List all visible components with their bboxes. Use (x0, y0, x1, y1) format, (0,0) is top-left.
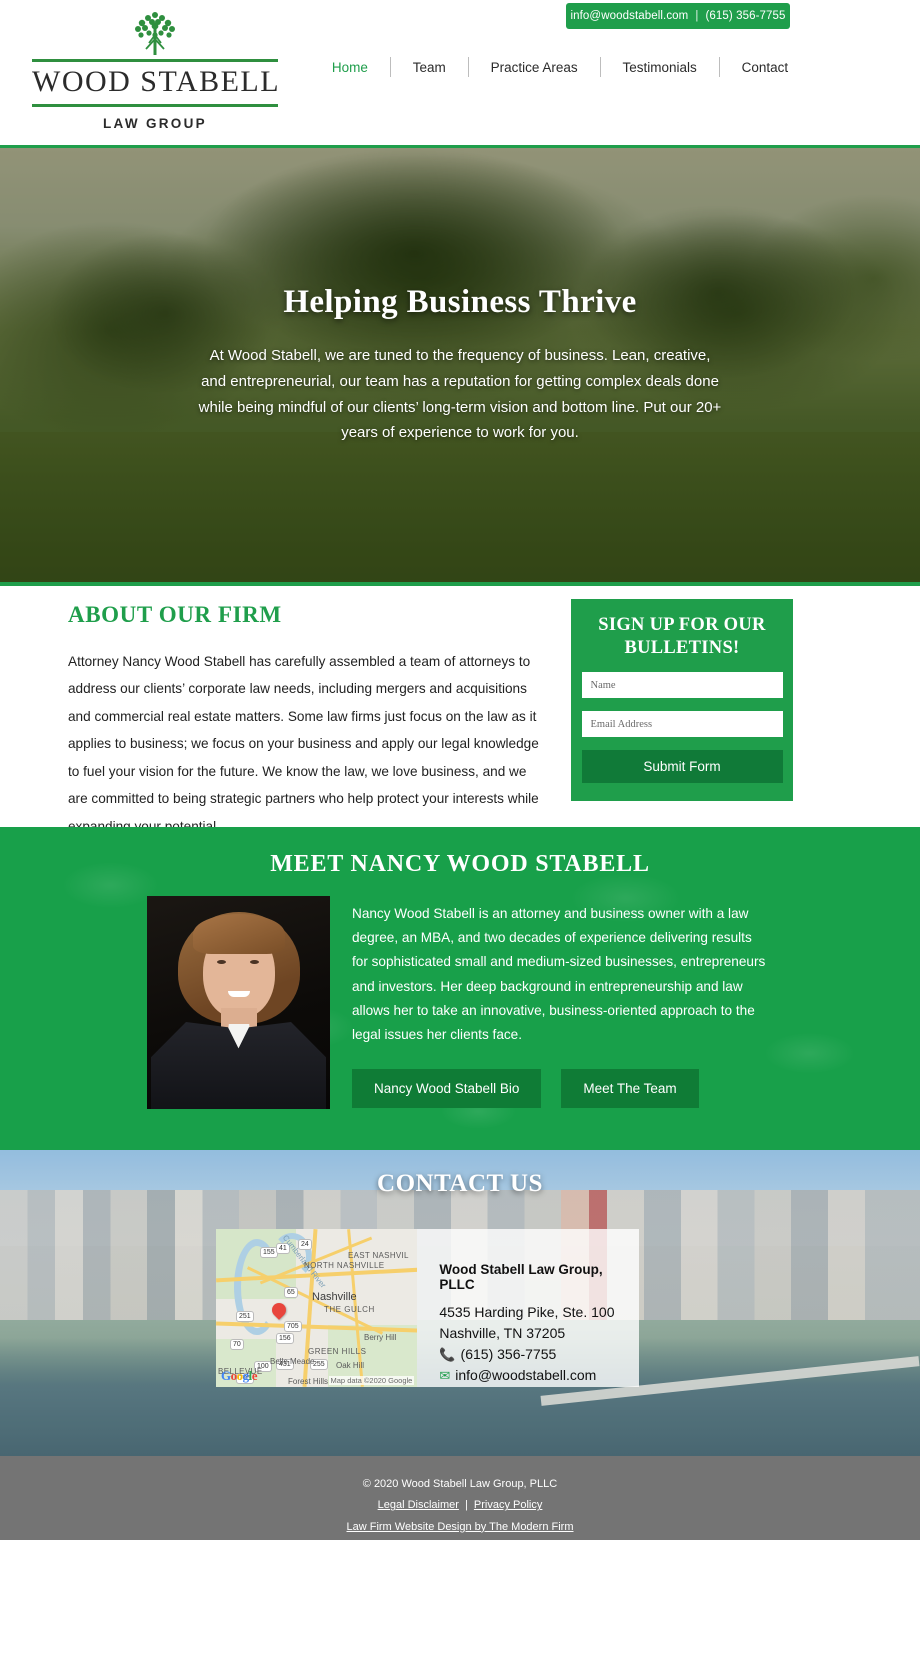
contact-heading: CONTACT US (377, 1170, 543, 1197)
nav-item-practice-areas[interactable]: Practice Areas (491, 60, 578, 75)
contact-address-line2: Nashville, TN 37205 (439, 1325, 566, 1341)
map-label-the-gulch: THE GULCH (324, 1305, 375, 1314)
site-header: info@woodstabell.com | (615) 356-7755 WO… (0, 0, 920, 145)
signup-heading: SIGN UP FOR OUR BULLETINS! (598, 615, 766, 659)
signup-submit-button[interactable]: Submit Form (581, 750, 783, 784)
about-section: ABOUT OUR FIRM Attorney Nancy Wood Stabe… (0, 586, 920, 834)
nav-item-home[interactable]: Home (332, 60, 368, 75)
map-shield-156: 156 (276, 1333, 294, 1344)
legal-disclaimer-link[interactable]: Legal Disclaimer (378, 1499, 459, 1511)
contact-email-row[interactable]: ✉ info@woodstabell.com (439, 1365, 639, 1386)
site-logo[interactable]: WOOD STABELL LAW GROUP (32, 5, 281, 131)
tree-icon (32, 5, 278, 57)
contact-address-line1: 4535 Harding Pike, Ste. 100 (439, 1304, 615, 1320)
logo-name: WOOD STABELL (32, 65, 281, 98)
map-shield-65: 65 (284, 1287, 298, 1298)
topbar-phone-link[interactable]: (615) 356-7755 (705, 10, 785, 22)
attorney-bio-button[interactable]: Nancy Wood Stabell Bio (352, 1069, 542, 1109)
page-root: info@woodstabell.com | (615) 356-7755 WO… (0, 0, 920, 1674)
envelope-icon: ✉ (439, 1367, 451, 1383)
privacy-policy-link[interactable]: Privacy Policy (474, 1499, 542, 1511)
contact-card: 155 41 24 65 705 251 156 70 100 431 255 … (216, 1229, 639, 1387)
attorney-bio-text: Nancy Wood Stabell is an attorney and bu… (352, 906, 766, 1042)
nav-item-contact[interactable]: Contact (742, 60, 789, 75)
signup-name-input[interactable] (581, 672, 783, 699)
hero-title: Helping Business Thrive (283, 283, 637, 320)
signup-email-input[interactable] (581, 711, 783, 738)
contact-email[interactable]: info@woodstabell.com (455, 1365, 596, 1386)
meet-attorney-section: MEET NANCY WOOD STABELL Nancy Wood Stabe… (0, 827, 920, 1150)
about-heading: ABOUT OUR FIRM (68, 602, 282, 627)
contact-phone-row[interactable]: 📞 (615) 356-7755 (439, 1344, 639, 1365)
map-label-north-nashville: NORTH NASHVILLE (304, 1261, 385, 1270)
design-credit-link[interactable]: Law Firm Website Design by The Modern Fi… (347, 1521, 574, 1533)
map-attribution: Map data ©2020 Google (328, 1376, 415, 1385)
footer-legal-links: Legal Disclaimer | Privacy Policy (0, 1495, 920, 1516)
map-label-belle-meade: Belle Meade (270, 1357, 315, 1366)
map-label-oak-hill: Oak Hill (336, 1361, 365, 1370)
map-shield-251: 251 (236, 1311, 254, 1322)
map-label-green-hills: GREEN HILLS (308, 1347, 367, 1356)
nav-item-testimonials[interactable]: Testimonials (622, 60, 696, 75)
phone-icon: 📞 (439, 1346, 456, 1362)
attorney-portrait (147, 896, 330, 1109)
map-shield-705: 705 (284, 1321, 302, 1332)
footer-copyright: © 2020 Wood Stabell Law Group, PLLC (362, 1478, 558, 1490)
hero-description: At Wood Stabell, we are tuned to the fre… (198, 346, 722, 442)
hero-banner: Helping Business Thrive At Wood Stabell,… (0, 148, 920, 582)
map-label-nashville: Nashville (312, 1291, 357, 1303)
main-navigation: Home Team Practice Areas Testimonials Co… (310, 57, 810, 77)
location-map[interactable]: 155 41 24 65 705 251 156 70 100 431 255 … (216, 1229, 418, 1387)
logo-subtitle: LAW GROUP (103, 115, 207, 131)
footer-design-credit-row: Law Firm Website Design by The Modern Fi… (0, 1517, 920, 1538)
map-label-berry-hill: Berry Hill (364, 1333, 397, 1342)
topbar-email-link[interactable]: info@woodstabell.com (570, 10, 688, 22)
map-shield-70: 70 (230, 1339, 244, 1350)
contact-topbar: info@woodstabell.com | (615) 356-7755 (566, 3, 790, 29)
contact-details: Wood Stabell Law Group, PLLC 4535 Hardin… (417, 1229, 639, 1387)
contact-phone[interactable]: (615) 356-7755 (461, 1344, 557, 1365)
meet-the-team-button[interactable]: Meet The Team (561, 1069, 699, 1109)
site-footer: © 2020 Wood Stabell Law Group, PLLC Lega… (0, 1456, 920, 1540)
google-logo: Google (221, 1368, 258, 1383)
nav-item-team[interactable]: Team (413, 60, 446, 75)
map-label-east-nashville: EAST NASHVIL (348, 1251, 409, 1260)
meet-heading: MEET NANCY WOOD STABELL (270, 851, 650, 877)
topbar-separator: | (695, 10, 699, 22)
footer-separator: | (464, 1499, 468, 1512)
contact-section: CONTACT US 155 41 24 65 705 251 156 70 1… (0, 1150, 920, 1456)
about-paragraph: Attorney Nancy Wood Stabell has carefull… (68, 654, 539, 834)
map-label-forest-hills: Forest Hills (288, 1377, 329, 1386)
newsletter-signup-form: SIGN UP FOR OUR BULLETINS! Submit Form (571, 599, 793, 801)
contact-company-name: Wood Stabell Law Group, PLLC (439, 1262, 603, 1292)
